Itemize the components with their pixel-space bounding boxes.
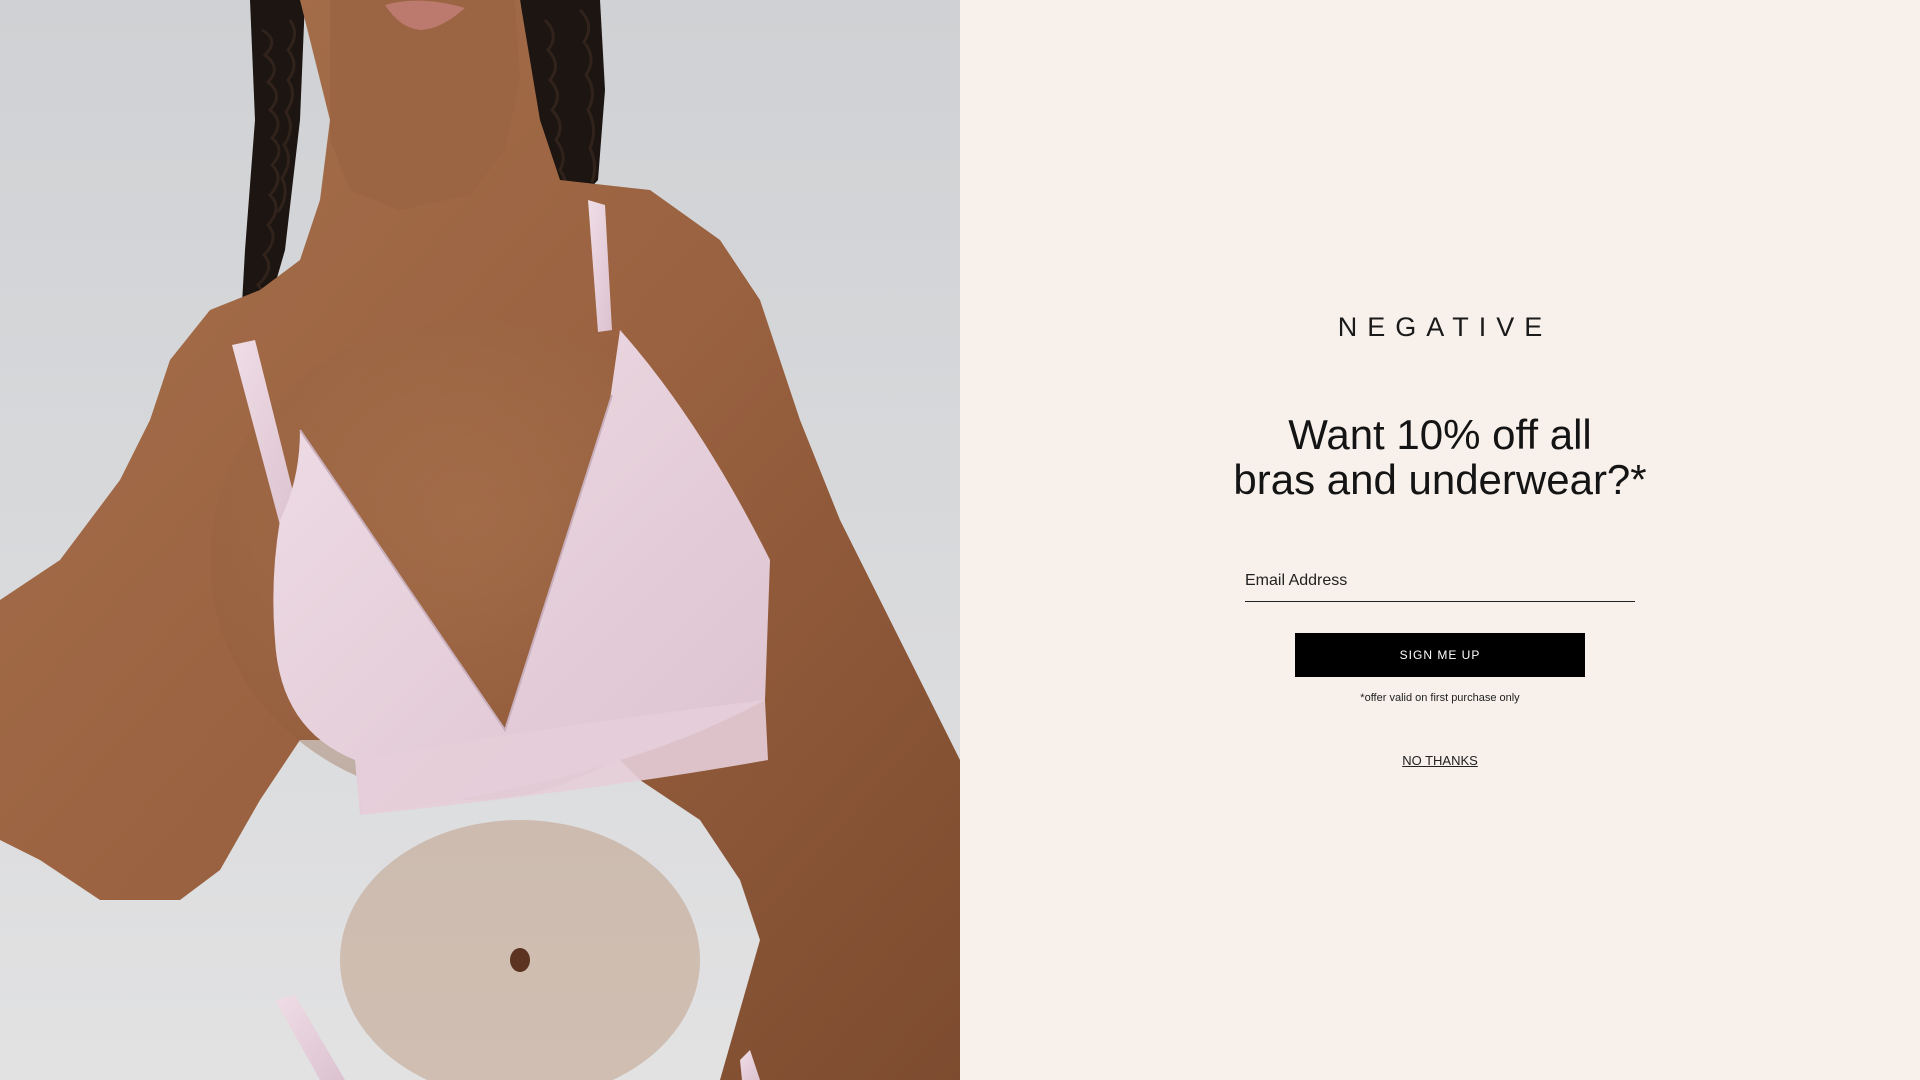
- hero-image: [0, 0, 960, 1080]
- email-field[interactable]: [1245, 560, 1635, 602]
- sign-me-up-button[interactable]: SIGN ME UP: [1295, 633, 1585, 677]
- headline-line-2: bras and underwear?*: [1233, 456, 1647, 503]
- brand-logo: NEGATIVE: [1337, 312, 1553, 342]
- signup-form: NEGATIVE Want 10% off all bras and under…: [960, 0, 1920, 1080]
- signup-modal: NEGATIVE Want 10% off all bras and under…: [0, 0, 1920, 1080]
- offer-disclaimer: *offer valid on first purchase only: [1360, 692, 1520, 704]
- model-photo: [0, 0, 960, 1080]
- headline-line-1: Want 10% off all: [1288, 411, 1592, 458]
- no-thanks-container: NO THANKS: [960, 753, 1920, 768]
- headline: Want 10% off all bras and underwear?*: [960, 412, 1920, 502]
- no-thanks-link[interactable]: NO THANKS: [1402, 753, 1478, 768]
